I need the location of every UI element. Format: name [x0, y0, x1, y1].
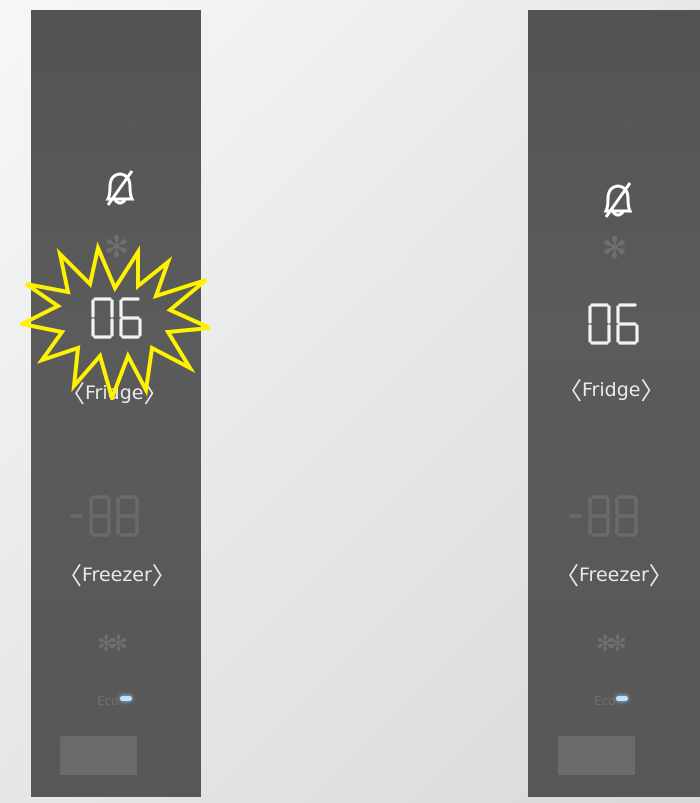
- fridge-temperature-display: [588, 303, 639, 345]
- eco-indicator: [120, 696, 132, 701]
- chevron-left-icon[interactable]: 〈: [558, 377, 582, 405]
- snowflake-icon: ✻: [602, 231, 628, 266]
- super-freeze-icon: ✻✻: [596, 632, 627, 657]
- chevron-right-icon[interactable]: 〉: [152, 562, 176, 590]
- chevron-right-icon[interactable]: 〉: [640, 377, 664, 405]
- freezer-temperature-display: [70, 495, 139, 537]
- control-panel-left: ✻ 〈Fridge〉 〈Freezer〉 ✻✻ Eco: [31, 10, 201, 797]
- indicator-dot: [127, 122, 133, 128]
- freezer-selector[interactable]: 〈Freezer〉: [555, 558, 673, 593]
- control-pad[interactable]: [558, 736, 635, 775]
- eco-indicator: [616, 696, 628, 701]
- super-freeze-icon: ✻✻: [97, 632, 128, 657]
- freezer-selector[interactable]: 〈Freezer〉: [58, 558, 176, 593]
- freezer-label: Freezer: [82, 564, 152, 586]
- freezer-temperature-display: [569, 495, 638, 537]
- indicator-dot: [626, 122, 632, 128]
- alarm-off-icon[interactable]: [100, 165, 140, 211]
- fridge-selector[interactable]: 〈Fridge〉: [558, 373, 664, 408]
- fridge-label: Fridge: [582, 379, 641, 401]
- alarm-off-icon[interactable]: [598, 177, 638, 223]
- chevron-left-icon[interactable]: 〈: [555, 562, 579, 590]
- control-pad[interactable]: [60, 736, 137, 775]
- eco-label: Eco: [97, 694, 119, 708]
- chevron-left-icon[interactable]: 〈: [58, 562, 82, 590]
- freezer-label: Freezer: [579, 564, 649, 586]
- control-panel-right: ✻ 〈Fridge〉 〈Freezer〉 ✻✻ Eco: [528, 10, 700, 797]
- chevron-right-icon[interactable]: 〉: [649, 562, 673, 590]
- highlight-starburst: [20, 241, 210, 400]
- eco-label: Eco: [594, 694, 616, 708]
